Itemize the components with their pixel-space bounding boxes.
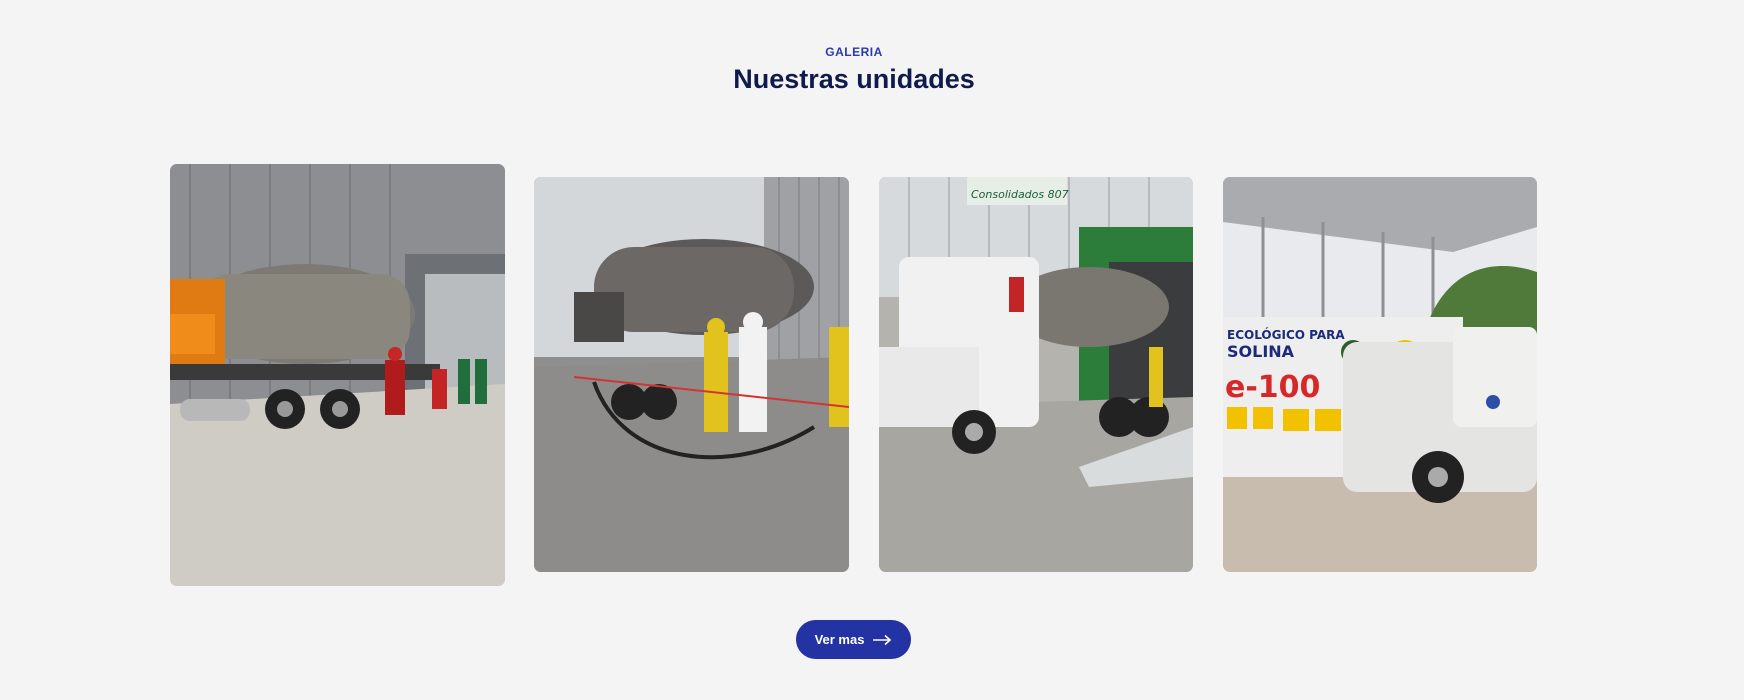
building-sign: Consolidados 807 [971,188,1069,201]
gallery-image-1[interactable] [170,164,505,586]
see-more-label: Ver mas [814,632,865,647]
wall-brand: e-100 [1225,370,1320,405]
gallery-section: GALERIA Nuestras unidades Consolidados 8… [0,0,1744,700]
gallery-image-4[interactable]: ECOLÓGICO PARA SOLINA e-100 [1223,177,1537,572]
wall-sign-line2: SOLINA [1227,342,1295,361]
truck-photo-1 [170,164,505,586]
see-more-button[interactable]: Ver mas [796,620,911,659]
wall-sign-line1: ECOLÓGICO PARA [1227,327,1345,342]
truck-photo-2 [534,177,849,572]
arrow-right-icon [873,634,892,645]
gallery-image-2[interactable] [534,177,849,572]
gallery-image-3[interactable]: Consolidados 807 [879,177,1193,572]
truck-photo-4: ECOLÓGICO PARA SOLINA e-100 [1223,177,1537,572]
section-title: Nuestras unidades [733,64,975,94]
section-eyebrow: GALERIA [825,45,883,59]
truck-photo-3: Consolidados 807 [879,177,1193,572]
